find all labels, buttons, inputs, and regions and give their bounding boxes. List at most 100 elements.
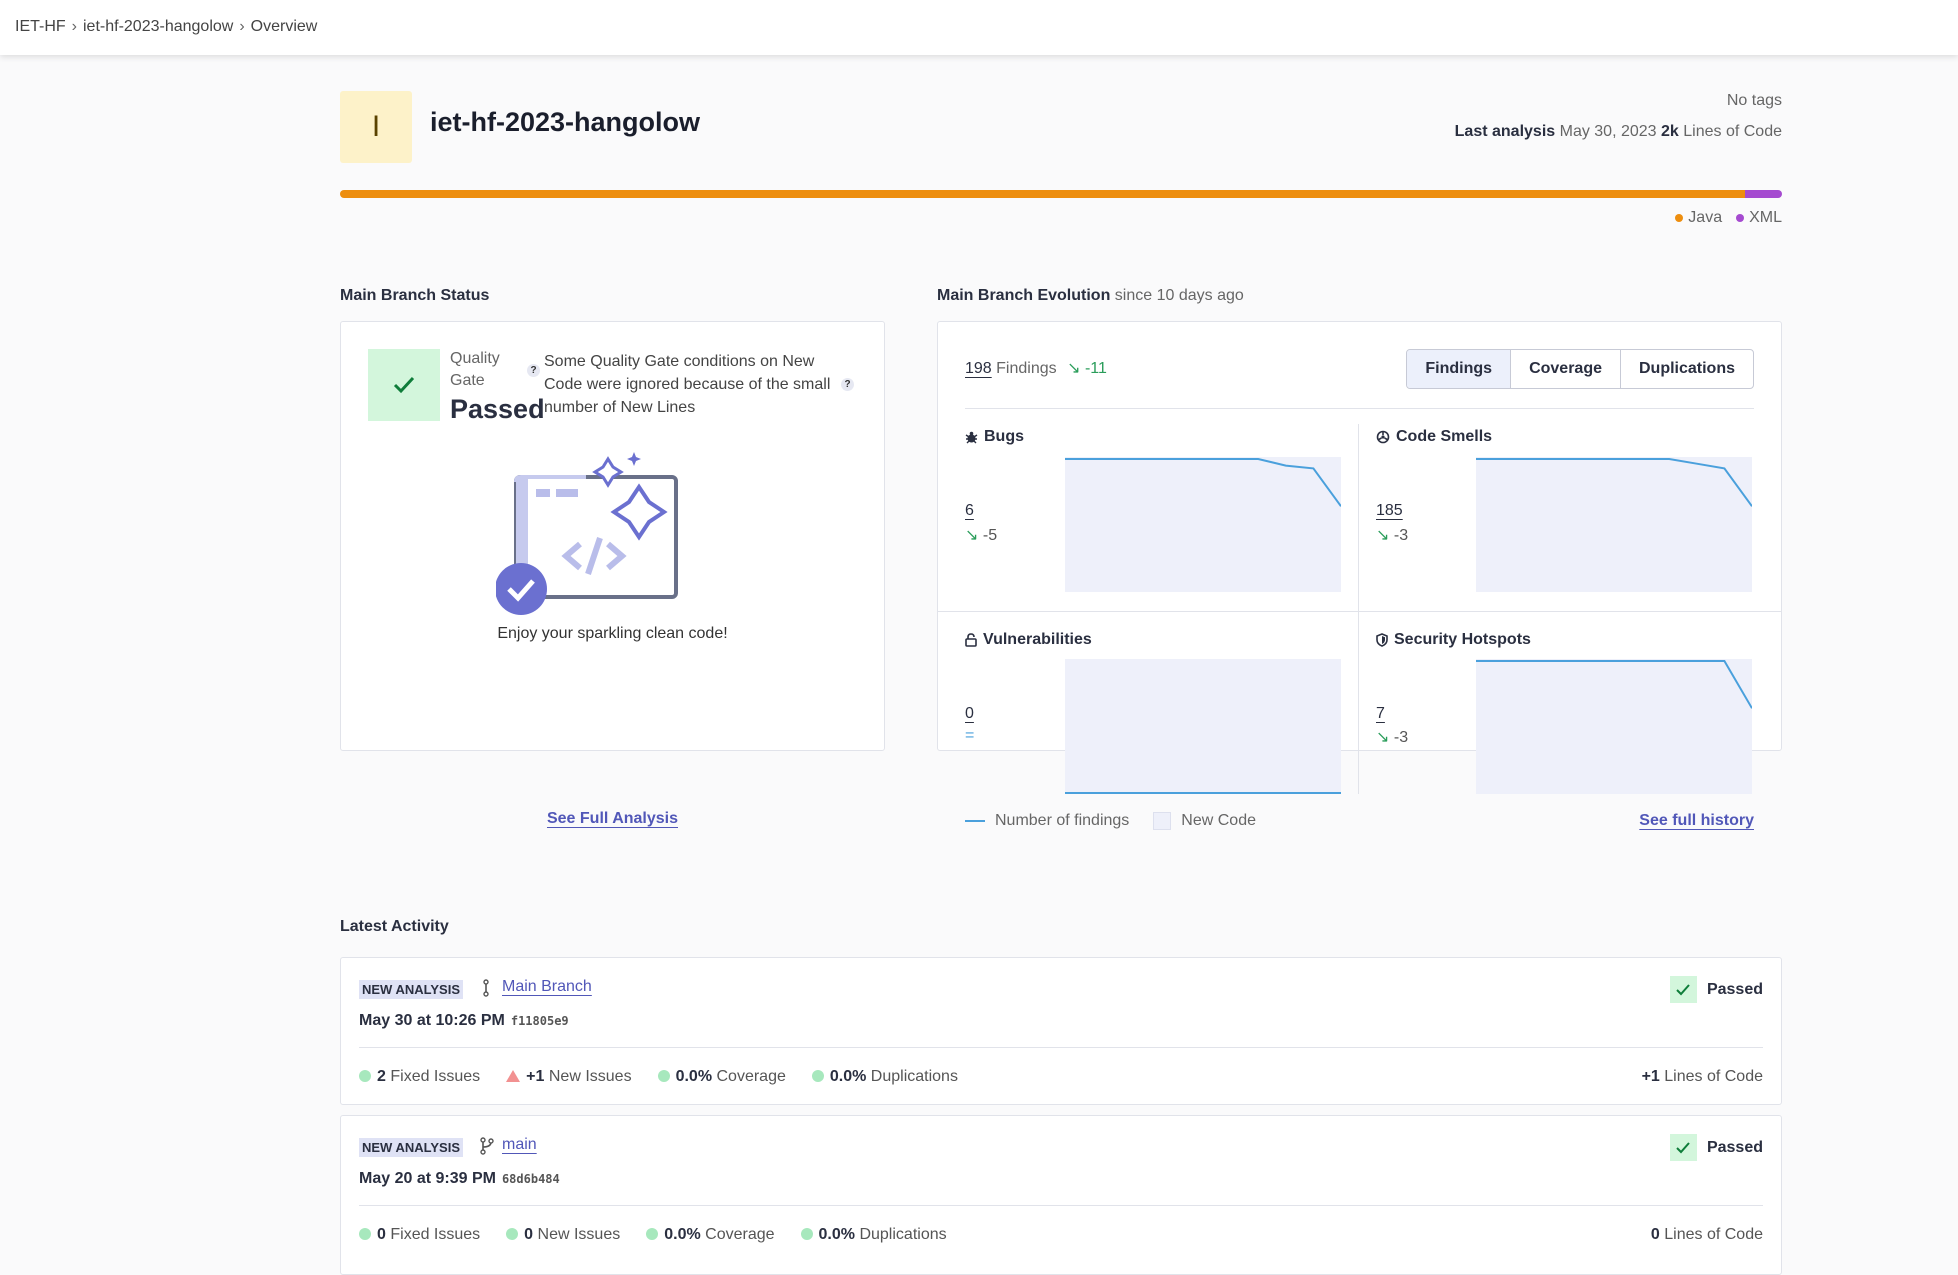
hotspots-value[interactable]: 7 <box>1376 705 1385 723</box>
breadcrumb-page[interactable]: Overview <box>251 18 318 36</box>
duplications[interactable]: 0.0% Duplications <box>811 1068 958 1086</box>
tab-duplications[interactable]: Duplications <box>1619 350 1753 388</box>
status-dot <box>646 1228 659 1240</box>
status-badge: Passed <box>1669 976 1763 1003</box>
hotspots-delta: -3 <box>1393 729 1409 746</box>
language-name: Java <box>1688 209 1723 226</box>
chevron-right-icon: › <box>239 18 245 35</box>
bugs-value[interactable]: 6 <box>965 502 974 520</box>
lines-of-code: +1 Lines of Code <box>1641 1068 1763 1085</box>
language-legend-item: Java <box>1675 209 1722 227</box>
status-dot <box>800 1228 813 1240</box>
new-issues[interactable]: 0 New Issues <box>506 1226 620 1244</box>
check-icon <box>1669 976 1697 1003</box>
loc-value: 2k <box>1661 123 1679 140</box>
status-dot <box>359 1228 371 1240</box>
activity-section-title: Latest Activity <box>340 918 449 935</box>
see-full-history-link[interactable]: See full history <box>1639 812 1754 830</box>
language-legend-item: XML <box>1736 209 1782 227</box>
code-smell-icon <box>1376 430 1390 444</box>
new-code-area <box>1476 457 1752 592</box>
status-dot <box>506 1228 519 1240</box>
coverage[interactable]: 0.0% Coverage <box>646 1226 775 1244</box>
hotspots-label: Security Hotspots <box>1394 631 1531 648</box>
divider <box>359 1205 1763 1206</box>
analysis-date-text: May 30 at 10:26 PM <box>359 1012 505 1029</box>
fixed-issues[interactable]: 2 Fixed Issues <box>359 1068 480 1086</box>
coverage[interactable]: 0.0% Coverage <box>657 1068 786 1086</box>
status-badge: Passed <box>1669 1134 1763 1161</box>
status-dot <box>359 1070 371 1082</box>
code-smells-delta: -3 <box>1393 527 1409 544</box>
language-segment-java <box>340 190 1745 198</box>
help-icon[interactable]: ? <box>841 378 854 391</box>
bugs-delta: -5 <box>982 527 998 544</box>
findings-summary: 198 Findings ↘ -11 <box>965 358 1107 378</box>
hotspots-trend-chart <box>1476 659 1752 794</box>
last-analysis: Last analysis May 30, 2023 2k Lines of C… <box>1455 123 1782 141</box>
commit-hash: f11805e9 <box>510 1014 569 1028</box>
tab-coverage[interactable]: Coverage <box>1510 350 1620 388</box>
loc-label: Lines of Code <box>1683 123 1782 140</box>
quality-gate-card: Quality Gate Passed ? Some Quality Gate … <box>340 321 885 827</box>
lock-icon <box>965 633 977 647</box>
evolution-tabs: Findings Coverage Duplications <box>1406 349 1754 389</box>
new-code-area <box>1065 659 1341 794</box>
branch-link[interactable]: main <box>502 1136 537 1154</box>
help-icon[interactable]: ? <box>527 364 540 377</box>
new-code-area <box>1476 659 1752 794</box>
chart-legend: Number of findings New Code <box>965 812 1256 830</box>
vulnerabilities-title: Vulnerabilities <box>965 631 1092 649</box>
vulnerabilities-delta: = <box>965 727 975 744</box>
activity-item: NEW ANALYSIS main May 20 at 9:39 PM 68d6b… <box>340 1115 1782 1275</box>
language-distribution-bar <box>340 190 1782 198</box>
legend-new-code-swatch <box>1153 812 1172 830</box>
bugs-label: Bugs <box>984 428 1024 445</box>
shield-icon <box>1376 633 1388 647</box>
quality-gate-note: Some Quality Gate conditions on New Code… <box>544 353 831 416</box>
code-smells-value[interactable]: 185 <box>1376 502 1403 520</box>
project-avatar: I <box>340 91 412 163</box>
activity-metrics: 0 Fixed Issues 0 New Issues 0.0% Coverag… <box>359 1226 947 1244</box>
last-analysis-date: May 30, 2023 <box>1559 123 1657 140</box>
fixed-issues[interactable]: 0 Fixed Issues <box>359 1226 480 1244</box>
activity-metrics: 2 Fixed Issues +1 New Issues 0.0% Covera… <box>359 1068 958 1086</box>
status-text: Passed <box>1706 1138 1763 1156</box>
project-name: iet-hf-2023-hangolow <box>430 107 701 137</box>
see-full-analysis-link[interactable]: See Full Analysis <box>547 810 678 827</box>
code-smells-trend-chart <box>1476 457 1752 592</box>
branch-link[interactable]: Main Branch <box>502 978 592 996</box>
duplications[interactable]: 0.0% Duplications <box>800 1226 947 1244</box>
branch-icon <box>483 979 489 997</box>
new-issues[interactable]: +1 New Issues <box>506 1068 632 1086</box>
language-dot <box>1736 213 1745 222</box>
legend-new-code: New Code <box>1181 812 1256 829</box>
tab-findings[interactable]: Findings <box>1407 350 1511 388</box>
quality-gate-label: Quality Gate <box>450 350 500 389</box>
legend-line-swatch <box>965 820 985 822</box>
warning-triangle-icon <box>506 1070 521 1082</box>
analysis-date: May 30 at 10:26 PM f11805e9 <box>359 1012 569 1030</box>
arrow-down-right-icon: ↘ <box>1067 360 1081 377</box>
findings-count[interactable]: 198 <box>965 360 992 377</box>
language-name: XML <box>1749 209 1782 226</box>
new-analysis-badge: NEW ANALYSIS <box>359 980 463 999</box>
divider <box>938 611 1781 612</box>
divider <box>1358 424 1359 794</box>
branch-icon <box>480 1137 494 1155</box>
analysis-date-text: May 20 at 9:39 PM <box>359 1170 496 1187</box>
breadcrumb-project[interactable]: iet-hf-2023-hangolow <box>83 18 233 36</box>
clean-code-text: Enjoy your sparkling clean code! <box>497 625 728 642</box>
vulnerabilities-value[interactable]: 0 <box>965 705 974 723</box>
lines-of-code: 0 Lines of Code <box>1650 1226 1763 1243</box>
findings-label: Findings <box>996 360 1057 377</box>
new-analysis-badge: NEW ANALYSIS <box>359 1138 463 1157</box>
check-icon <box>1669 1134 1697 1161</box>
findings-delta: -11 <box>1084 360 1107 377</box>
hotspots-title: Security Hotspots <box>1376 631 1531 649</box>
code-smells-title: Code Smells <box>1376 428 1492 446</box>
last-analysis-label: Last analysis <box>1454 123 1556 140</box>
project-tags[interactable]: No tags <box>1727 92 1782 110</box>
breadcrumb-org[interactable]: IET-HF <box>15 18 66 36</box>
commit-hash: 68d6b484 <box>501 1172 560 1186</box>
